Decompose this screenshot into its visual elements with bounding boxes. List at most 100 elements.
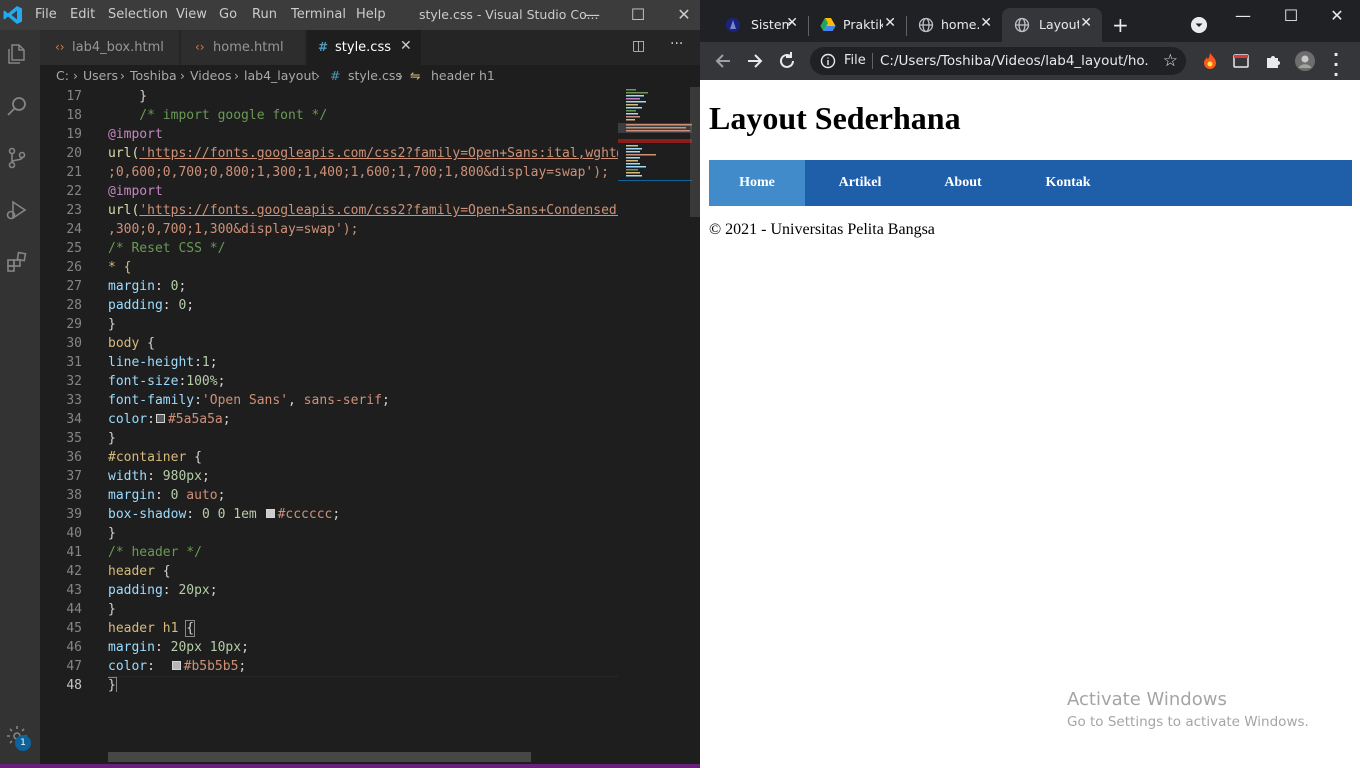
maximize-icon[interactable]: ☐ — [615, 0, 661, 30]
bookmark-star-icon[interactable]: ☆ — [1163, 51, 1178, 71]
minimize-icon[interactable]: — — [1220, 3, 1266, 29]
explorer-icon[interactable] — [5, 42, 29, 66]
browser-tab-active[interactable]: Layout ✕ — [1002, 8, 1102, 42]
code-line: } — [108, 317, 116, 332]
maximize-icon[interactable]: ☐ — [1268, 3, 1314, 29]
code-line: /* import google font */ — [108, 108, 328, 123]
tab-search-icon[interactable] — [1191, 17, 1207, 33]
code-line: @import — [108, 127, 163, 142]
current-line-highlight — [108, 676, 618, 692]
browser-tab[interactable]: home. ✕ — [906, 8, 1002, 42]
line-number: 29 — [66, 317, 82, 332]
google-drive-icon — [820, 18, 836, 31]
code-editor[interactable]: } /* import google font */ @import url('… — [108, 87, 618, 692]
desktop: File Edit Selection View Go Run Terminal… — [0, 0, 1360, 768]
close-icon[interactable]: ✕ — [400, 38, 412, 54]
tab-label: home.html — [213, 40, 284, 55]
line-number: 47 — [66, 659, 82, 674]
tab-label: lab4_box.html — [72, 40, 164, 55]
menu-terminal[interactable]: Terminal — [291, 7, 346, 22]
line-number: 44 — [66, 602, 82, 617]
tab-style-css[interactable]: # style.css ✕ — [307, 30, 422, 65]
code-line: /* Reset CSS */ — [108, 241, 226, 256]
code-line: line-height:1; — [108, 355, 218, 370]
line-number: 21 — [66, 165, 82, 180]
color-swatch[interactable] — [265, 509, 275, 518]
nav-item-kontak[interactable]: Kontak — [1020, 160, 1116, 206]
code-line: box-shadow: 0 0 1em #cccccc; — [108, 507, 341, 522]
menu-selection[interactable]: Selection — [108, 7, 168, 22]
menu-go[interactable]: Go — [219, 7, 237, 22]
address-bar[interactable]: File C:/Users/Toshiba/Videos/lab4_layout… — [810, 47, 1186, 75]
close-tab-icon[interactable]: ✕ — [884, 15, 896, 31]
code-line: } — [108, 431, 116, 446]
color-swatch[interactable] — [171, 661, 181, 670]
horizontal-scrollbar[interactable] — [108, 752, 531, 762]
chevron-right-icon: › — [315, 68, 320, 83]
breadcrumb-item[interactable]: Videos — [190, 68, 232, 83]
nav-item-about[interactable]: About — [915, 160, 1011, 206]
breadcrumb-item[interactable]: style.css — [348, 68, 402, 83]
nav-item-artikel[interactable]: Artikel — [812, 160, 908, 206]
url-text[interactable]: C:/Users/Toshiba/Videos/lab4_layout/ho..… — [880, 53, 1150, 69]
close-tab-icon[interactable]: ✕ — [786, 15, 798, 31]
new-tab-button[interactable]: + — [1112, 13, 1129, 37]
tab-title: Layout — [1039, 17, 1079, 32]
tab-lab4-box-html[interactable]: ‹› lab4_box.html — [40, 30, 180, 65]
omnibox-separator — [872, 53, 873, 69]
line-number: 45 — [66, 621, 82, 636]
menu-run[interactable]: Run — [252, 7, 277, 22]
info-icon[interactable] — [820, 53, 836, 69]
line-number: 25 — [66, 241, 82, 256]
vscode-titlebar: File Edit Selection View Go Run Terminal… — [0, 0, 700, 30]
split-editor-icon[interactable]: ◫ — [632, 38, 645, 54]
tab-home-html[interactable]: ‹› home.html — [181, 30, 306, 65]
close-window-icon[interactable]: ✕ — [1314, 3, 1360, 29]
code-line: #container { — [108, 450, 202, 465]
nav-item-home[interactable]: Home — [709, 160, 805, 206]
search-icon[interactable] — [5, 94, 29, 118]
source-control-icon[interactable] — [5, 146, 29, 170]
extensions-icon[interactable] — [5, 250, 29, 274]
code-line: ;0,600;0,700;0,800;1,300;1,400;1,600;1,7… — [108, 165, 609, 180]
line-number: 20 — [66, 146, 82, 161]
minimize-icon[interactable]: — — [569, 0, 615, 30]
run-debug-icon[interactable] — [5, 198, 29, 222]
menu-help[interactable]: Help — [356, 7, 386, 22]
breadcrumb-item[interactable]: Users — [83, 68, 118, 83]
color-swatch[interactable] — [155, 414, 165, 423]
extensions-puzzle-icon[interactable] — [1263, 51, 1283, 71]
menu-file[interactable]: File — [35, 7, 57, 22]
line-number: 31 — [66, 355, 82, 370]
close-tab-icon[interactable]: ✕ — [1080, 15, 1092, 31]
html-file-icon: ‹› — [55, 40, 65, 54]
profile-avatar-icon[interactable] — [1295, 51, 1315, 71]
extension-window-icon[interactable] — [1231, 51, 1251, 71]
url-scheme-label: File — [844, 53, 866, 68]
code-line: } — [108, 526, 116, 541]
breadcrumb-item[interactable]: header h1 — [431, 68, 495, 83]
tab-label: style.css — [335, 40, 391, 55]
forward-icon[interactable] — [744, 50, 766, 72]
breadcrumb-item[interactable]: Toshiba — [130, 68, 177, 83]
breadcrumb: C: › Users › Toshiba › Videos › lab4_lay… — [40, 65, 700, 87]
vertical-scrollbar[interactable] — [690, 87, 700, 217]
minimap[interactable] — [618, 87, 696, 187]
menu-view[interactable]: View — [176, 7, 207, 22]
browser-tab[interactable]: Sistem ✕ — [708, 8, 808, 42]
html-file-icon: ‹› — [195, 40, 205, 54]
reload-icon[interactable] — [776, 50, 798, 72]
more-actions-icon[interactable]: ··· — [670, 36, 683, 52]
code-line: } — [108, 602, 116, 617]
extension-fire-icon[interactable] — [1200, 51, 1220, 71]
menu-dots-icon[interactable]: · · · — [1333, 47, 1339, 83]
menu-edit[interactable]: Edit — [70, 7, 95, 22]
line-number: 23 — [66, 203, 82, 218]
back-icon[interactable] — [712, 50, 734, 72]
activate-windows-subtitle: Go to Settings to activate Windows. — [1067, 714, 1309, 730]
browser-tab[interactable]: Praktik ✕ — [808, 8, 906, 42]
close-tab-icon[interactable]: ✕ — [980, 15, 992, 31]
breadcrumb-item[interactable]: lab4_layout — [244, 68, 316, 83]
code-line: margin: 0 auto; — [108, 488, 226, 503]
breadcrumb-item[interactable]: C: — [56, 68, 69, 83]
